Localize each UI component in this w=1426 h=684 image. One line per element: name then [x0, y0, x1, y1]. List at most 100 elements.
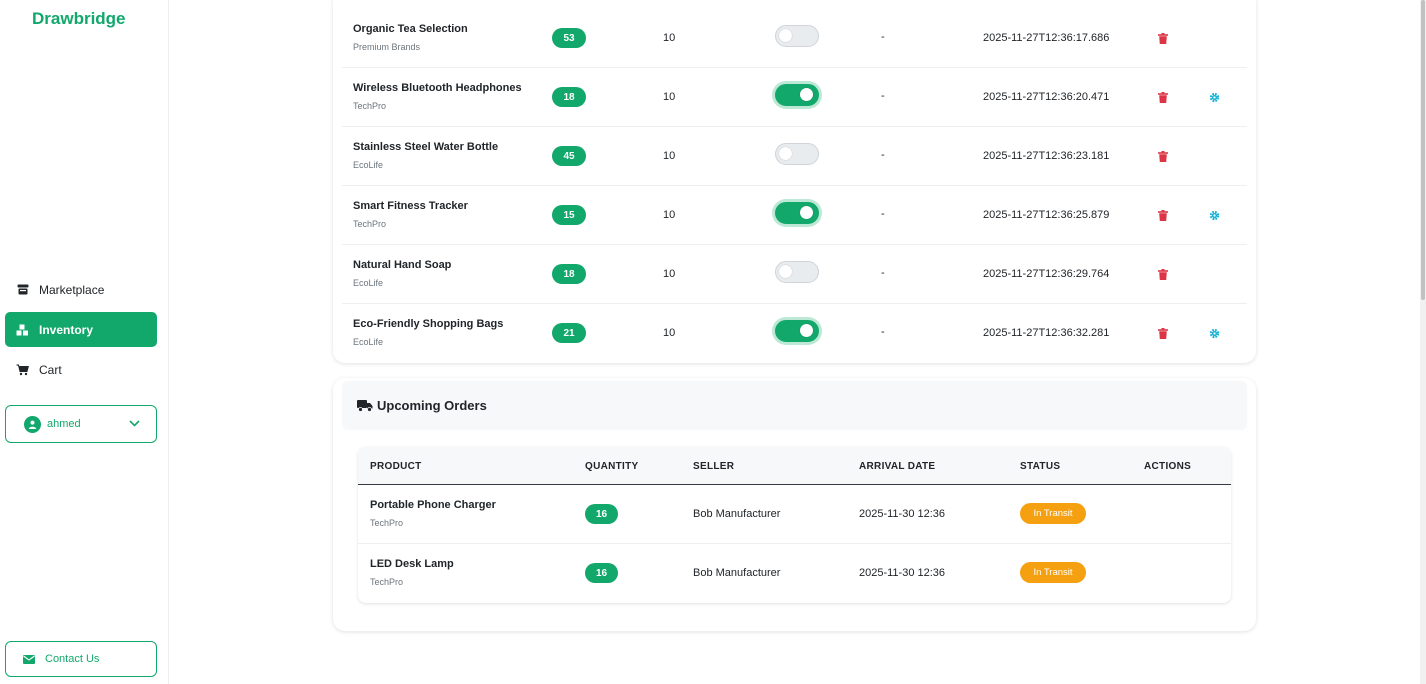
stock-badge: 18: [552, 264, 586, 284]
upcoming-orders-card: Upcoming Orders PRODUCT QUANTITY SELLER …: [333, 378, 1256, 631]
product-name: Organic Tea Selection: [353, 23, 468, 35]
status-badge: In Transit: [1020, 562, 1086, 583]
product-brand: TechPro: [353, 219, 387, 229]
stock-badge: 53: [552, 28, 586, 48]
user-name: ahmed: [47, 418, 81, 430]
store-icon: [16, 283, 29, 296]
product-name: Portable Phone Charger: [370, 499, 496, 511]
extra-value: -: [881, 149, 885, 161]
column-header-product: PRODUCT: [370, 461, 422, 472]
updated-date: 2025-11-27T12:36:23.181: [983, 150, 1110, 162]
product-name: Smart Fitness Tracker: [353, 200, 468, 212]
user-icon: [24, 415, 41, 433]
trash-icon[interactable]: [1158, 208, 1168, 226]
contact-us-button[interactable]: Contact Us: [5, 641, 157, 677]
table-row: Stainless Steel Water Bottle EcoLife 45 …: [342, 127, 1247, 186]
boxes-icon: [16, 323, 29, 336]
threshold-value: 10: [663, 91, 676, 103]
product-name: LED Desk Lamp: [370, 558, 454, 570]
auto-restock-toggle[interactable]: [775, 202, 819, 224]
extra-value: -: [881, 90, 885, 102]
contact-label: Contact Us: [45, 653, 100, 665]
scrollbar-thumb[interactable]: [1421, 0, 1425, 300]
gear-icon[interactable]: [1209, 90, 1220, 108]
product-brand: TechPro: [370, 518, 404, 528]
arrival-date: 2025-11-30 12:36: [859, 567, 946, 579]
gear-icon[interactable]: [1209, 326, 1220, 344]
table-row: LED Desk Lamp TechPro 16 Bob Manufacture…: [358, 544, 1231, 603]
threshold-value: 10: [663, 327, 676, 339]
table-row: Portable Phone Charger TechPro 16 Bob Ma…: [358, 485, 1231, 544]
stock-badge: 15: [552, 205, 586, 225]
extra-value: -: [881, 267, 885, 279]
trash-icon[interactable]: [1158, 149, 1168, 167]
trash-icon[interactable]: [1158, 90, 1168, 108]
cart-icon: [16, 363, 29, 376]
product-brand: EcoLife: [353, 278, 384, 288]
table-row: Eco-Friendly Shopping Bags EcoLife 21 10…: [342, 304, 1247, 363]
column-header-actions: ACTIONS: [1144, 461, 1192, 472]
product-name: Stainless Steel Water Bottle: [353, 141, 499, 153]
stock-badge: 21: [552, 323, 586, 343]
orders-title: Upcoming Orders: [377, 398, 487, 413]
threshold-value: 10: [663, 209, 676, 221]
inventory-card: Organic Tea Selection Premium Brands 53 …: [333, 0, 1256, 363]
sidebar-item-cart[interactable]: Cart: [5, 352, 157, 387]
auto-restock-toggle[interactable]: [775, 261, 819, 283]
table-row: Natural Hand Soap EcoLife 18 10 - 2025-1…: [342, 245, 1247, 304]
column-header-seller: SELLER: [693, 461, 735, 472]
table-row: Smart Fitness Tracker TechPro 15 10 - 20…: [342, 186, 1247, 245]
extra-value: -: [881, 208, 885, 220]
table-header: PRODUCT QUANTITY SELLER ARRIVAL DATE STA…: [358, 447, 1231, 485]
sidebar-item-label: Marketplace: [39, 282, 105, 297]
truck-icon: [357, 399, 373, 412]
extra-value: -: [881, 326, 885, 338]
quantity-badge: 16: [585, 504, 618, 524]
sidebar-item-label: Inventory: [39, 322, 94, 337]
seller-name: Bob Manufacturer: [693, 567, 781, 579]
product-name: Wireless Bluetooth Headphones: [353, 82, 522, 94]
updated-date: 2025-11-27T12:36:20.471: [983, 91, 1110, 103]
sidebar-item-inventory[interactable]: Inventory: [5, 312, 157, 347]
sidebar-item-label: Cart: [39, 362, 62, 377]
quantity-badge: 16: [585, 563, 618, 583]
product-brand: TechPro: [370, 577, 404, 587]
brand-logo[interactable]: Drawbridge: [32, 9, 126, 29]
updated-date: 2025-11-27T12:36:32.281: [983, 327, 1110, 339]
product-name: Eco-Friendly Shopping Bags: [353, 318, 504, 330]
table-row: Organic Tea Selection Premium Brands 53 …: [342, 9, 1247, 68]
status-badge: In Transit: [1020, 503, 1086, 524]
stock-badge: 18: [552, 87, 586, 107]
product-brand: Premium Brands: [353, 42, 421, 52]
chevron-down-icon: [129, 418, 140, 430]
updated-date: 2025-11-27T12:36:29.764: [983, 268, 1110, 280]
seller-name: Bob Manufacturer: [693, 508, 781, 520]
extra-value: -: [881, 31, 885, 43]
auto-restock-toggle[interactable]: [775, 84, 819, 106]
sidebar-item-marketplace[interactable]: Marketplace: [5, 272, 157, 307]
product-name: Natural Hand Soap: [353, 259, 452, 271]
auto-restock-toggle[interactable]: [775, 143, 819, 165]
threshold-value: 10: [663, 150, 676, 162]
gear-icon[interactable]: [1209, 208, 1220, 226]
user-menu-button[interactable]: ahmed: [5, 405, 157, 443]
stock-badge: 45: [552, 146, 586, 166]
trash-icon[interactable]: [1158, 31, 1168, 49]
arrival-date: 2025-11-30 12:36: [859, 508, 946, 520]
product-brand: EcoLife: [353, 337, 384, 347]
trash-icon[interactable]: [1158, 326, 1168, 344]
column-header-quantity: QUANTITY: [585, 461, 639, 472]
updated-date: 2025-11-27T12:36:25.879: [983, 209, 1110, 221]
table-row: Wireless Bluetooth Headphones TechPro 18…: [342, 68, 1247, 127]
trash-icon[interactable]: [1158, 267, 1168, 285]
threshold-value: 10: [663, 32, 676, 44]
auto-restock-toggle[interactable]: [775, 25, 819, 47]
auto-restock-toggle[interactable]: [775, 320, 819, 342]
product-brand: TechPro: [353, 101, 387, 111]
threshold-value: 10: [663, 268, 676, 280]
column-header-arrival: ARRIVAL DATE: [859, 461, 936, 472]
product-brand: EcoLife: [353, 160, 384, 170]
updated-date: 2025-11-27T12:36:17.686: [983, 32, 1110, 44]
orders-header: Upcoming Orders: [342, 381, 1247, 430]
orders-table: PRODUCT QUANTITY SELLER ARRIVAL DATE STA…: [358, 447, 1231, 603]
